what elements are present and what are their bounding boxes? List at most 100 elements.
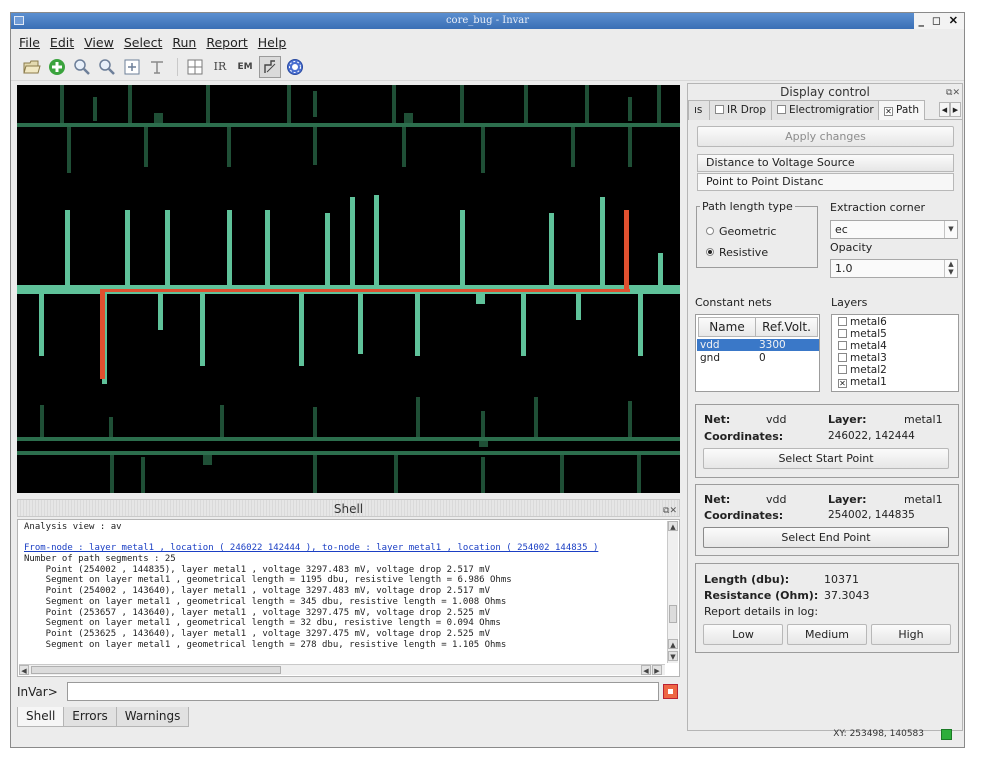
chevron-down-icon[interactable]: ▼ <box>944 221 957 238</box>
grid-icon[interactable] <box>184 56 206 78</box>
hscroll-thumb[interactable] <box>31 666 281 674</box>
checkbox-icon[interactable] <box>838 341 847 350</box>
window-menu-icon[interactable] <box>14 16 24 25</box>
display-tabs: ıs IR Drop Electromigratior ✕ Path ◀ ▶ <box>688 100 962 120</box>
scroll-up-icon[interactable]: ▲ <box>668 639 678 649</box>
checkbox-icon[interactable] <box>838 317 847 326</box>
shell-line: Analysis view : av <box>24 522 122 532</box>
layer-item[interactable]: metal3 <box>838 353 887 364</box>
shell-line: Point (253657 , 143640), layer metal1 , … <box>24 607 490 618</box>
command-input[interactable] <box>67 682 659 701</box>
apply-changes-button[interactable]: Apply changes <box>697 126 954 147</box>
radio-geometric[interactable]: Geometric <box>706 225 776 238</box>
layer-item[interactable]: metal6 <box>838 317 887 328</box>
resistance-value: 37.3043 <box>824 589 870 602</box>
checkbox-icon[interactable] <box>838 365 847 374</box>
tab-ir-drop[interactable]: IR Drop <box>709 100 772 120</box>
scroll-down-icon[interactable]: ▼ <box>668 651 678 661</box>
scroll-thumb[interactable] <box>669 605 677 623</box>
em-button[interactable]: EM <box>234 56 256 78</box>
tab-path[interactable]: ✕ Path <box>878 100 926 120</box>
settings-icon[interactable] <box>284 56 306 78</box>
open-file-icon[interactable] <box>21 56 43 78</box>
window-controls[interactable]: _ ◻ ✕ <box>914 13 964 29</box>
checked-checkbox-icon[interactable]: ✕ <box>884 107 893 116</box>
zoom-out-icon[interactable] <box>96 56 118 78</box>
end-point-group: Net: vdd Layer: metal1 Coordinates: 2540… <box>695 484 959 556</box>
tab-errors[interactable]: Errors <box>63 707 117 727</box>
shell-vertical-scrollbar[interactable]: ▲ ▲ ▼ <box>667 521 678 663</box>
ruler-icon[interactable] <box>146 56 168 78</box>
chevron-left-icon[interactable]: ◀ <box>939 102 950 117</box>
tab-partial[interactable]: ıs <box>688 100 710 120</box>
shell-line: Number of path segments : 25 <box>24 554 176 565</box>
scroll-left-icon[interactable]: ◀ <box>19 665 29 675</box>
layer-name: metal4 <box>850 340 887 352</box>
zoom-fit-icon[interactable] <box>121 56 143 78</box>
radio-off-icon[interactable] <box>706 227 714 235</box>
menu-select[interactable]: Select <box>124 35 163 50</box>
ir-drop-button[interactable]: IR <box>209 56 231 78</box>
app-window: core_bug - Invar _ ◻ ✕ File Edit View Se… <box>10 12 965 748</box>
tab-electromigration[interactable]: Electromigratior <box>771 100 879 120</box>
select-end-point-button[interactable]: Select End Point <box>703 527 949 548</box>
checkbox-icon[interactable] <box>838 329 847 338</box>
dock-float-icon[interactable]: ⧉✕ <box>946 85 960 101</box>
menu-help[interactable]: Help <box>258 35 287 50</box>
opacity-value: 1.0 <box>835 262 853 275</box>
chevron-right-icon[interactable]: ▶ <box>950 102 961 117</box>
layer-item[interactable]: metal4 <box>838 341 887 352</box>
path-tool-icon[interactable] <box>259 55 281 78</box>
menu-run[interactable]: Run <box>172 35 196 50</box>
shell-horizontal-scrollbar[interactable]: ◀ ◀ ▶ <box>19 664 665 675</box>
shell-link-line[interactable]: From-node : layer metal1 , location ( 24… <box>24 543 664 554</box>
checkbox-icon[interactable] <box>777 105 786 114</box>
menu-file[interactable]: File <box>19 35 40 50</box>
scroll-up-icon[interactable]: ▲ <box>668 521 678 531</box>
start-coords-value: 246022, 142444 <box>828 430 915 442</box>
layout-view[interactable] <box>17 85 680 493</box>
menu-report[interactable]: Report <box>206 35 247 50</box>
tab-warnings[interactable]: Warnings <box>115 707 190 727</box>
shell-output[interactable]: Analysis view : av From-node : layer meta… <box>17 519 680 677</box>
zoom-in-icon[interactable] <box>71 56 93 78</box>
checkbox-icon[interactable] <box>838 353 847 362</box>
layers-label: Layers <box>831 296 868 309</box>
scroll-right-icon[interactable]: ▶ <box>652 665 662 675</box>
mode-distance-to-source[interactable]: Distance to Voltage Sourcе <box>697 154 954 172</box>
prompt-label: InVar> <box>17 685 58 699</box>
checked-checkbox-icon[interactable]: ✕ <box>838 379 847 388</box>
stop-icon[interactable] <box>663 684 678 699</box>
tab-electromigration-label: Electromigratior <box>789 104 874 116</box>
tab-shell[interactable]: Shell <box>17 707 65 727</box>
report-medium-button[interactable]: Medium <box>787 624 867 645</box>
start-layer-label: Layer: <box>828 413 867 426</box>
report-low-button[interactable]: Low <box>703 624 783 645</box>
mode-point-to-point[interactable]: Point to Point Distanc <box>697 173 954 191</box>
spin-arrows-icon[interactable]: ▲ ▼ <box>944 260 957 277</box>
add-icon[interactable] <box>46 56 68 78</box>
extraction-corner-select[interactable]: ec ▼ <box>830 220 958 239</box>
radio-resistive[interactable]: Resistive <box>706 246 768 259</box>
constant-nets-table[interactable]: Name Ref.Volt. vdd 3300 gnd 0 <box>695 314 820 392</box>
select-start-point-button[interactable]: Select Start Point <box>703 448 949 469</box>
table-row[interactable]: vdd 3300 <box>697 339 819 351</box>
scroll-left-icon[interactable]: ◀ <box>641 665 651 675</box>
resistance-label: Resistance (Ohm): <box>704 589 819 602</box>
menu-view[interactable]: View <box>84 35 114 50</box>
layer-item[interactable]: ✕ metal1 <box>838 377 887 388</box>
dock-float-icon[interactable]: ⧉✕ <box>663 502 677 520</box>
column-header-name[interactable]: Name <box>698 317 756 337</box>
column-header-ref-volt[interactable]: Ref.Volt. <box>755 317 818 337</box>
radio-on-icon[interactable] <box>706 248 714 256</box>
report-label: Report details in log: <box>704 605 819 618</box>
table-row[interactable]: gnd 0 <box>697 352 819 364</box>
checkbox-icon[interactable] <box>715 105 724 114</box>
layers-list[interactable]: metal6 metal5 metal4 metal3 metal2 ✕ meta… <box>831 314 959 392</box>
menu-edit[interactable]: Edit <box>50 35 74 50</box>
layout-canvas[interactable] <box>17 85 680 493</box>
layer-item[interactable]: metal2 <box>838 365 887 376</box>
opacity-spinbox[interactable]: 1.0 ▲ ▼ <box>830 259 958 278</box>
layer-item[interactable]: metal5 <box>838 329 887 340</box>
report-high-button[interactable]: High <box>871 624 951 645</box>
